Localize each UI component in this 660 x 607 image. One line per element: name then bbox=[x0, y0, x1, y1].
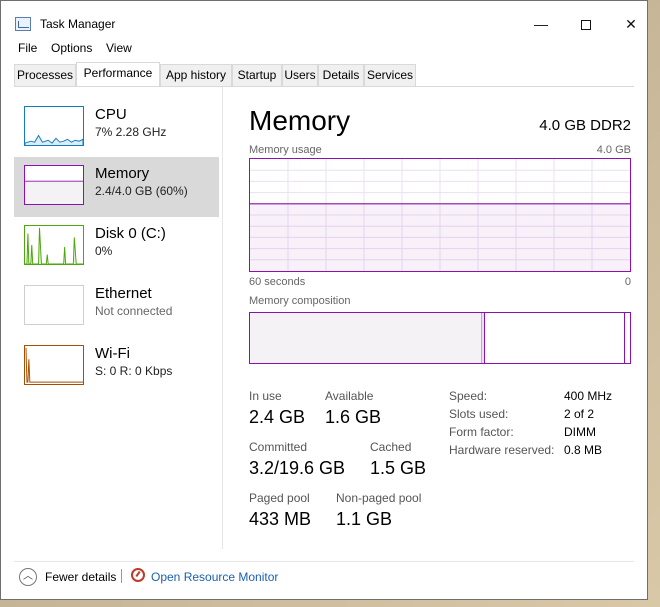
memory-spec: 4.0 GB DDR2 bbox=[539, 117, 631, 134]
task-manager-icon bbox=[15, 17, 31, 31]
time-axis-end: 0 bbox=[624, 276, 631, 288]
title-bar[interactable]: Task Manager — ✕ bbox=[1, 1, 647, 33]
time-axis-start: 60 seconds bbox=[249, 276, 306, 288]
composition-standby-edge bbox=[624, 313, 625, 363]
performance-sidebar: CPU 7% 2.28 GHz Memory 2.4/4.0 GB (60%) … bbox=[14, 98, 219, 548]
hardware-reserved-value: 0.8 MB bbox=[564, 443, 603, 457]
paged-pool-value: 433 MB bbox=[249, 509, 312, 529]
sidebar-item-memory[interactable]: Memory 2.4/4.0 GB (60%) bbox=[14, 157, 219, 217]
footer-bar: ︿ Fewer details Open Resource Monitor bbox=[1, 561, 649, 597]
menu-bar: File Options View bbox=[1, 41, 647, 59]
available-value: 1.6 GB bbox=[325, 407, 382, 427]
task-manager-window: Task Manager — ✕ File Options View Proce… bbox=[0, 0, 648, 600]
slots-used-value: 2 of 2 bbox=[564, 407, 595, 421]
memory-usage-chart bbox=[250, 159, 630, 271]
sidebar-item-cpu[interactable]: CPU 7% 2.28 GHz bbox=[14, 98, 219, 158]
sidebar-item-label: Wi-Fi bbox=[95, 345, 130, 362]
tab-processes[interactable]: Processes bbox=[14, 64, 76, 86]
memory-composition-bar bbox=[249, 312, 631, 364]
tab-app-history[interactable]: App history bbox=[160, 64, 232, 86]
hardware-reserved-label: Hardware reserved: bbox=[449, 443, 555, 457]
tab-startup[interactable]: Startup bbox=[232, 64, 282, 86]
in-use-label: In use bbox=[249, 389, 282, 403]
sidebar-item-label: Disk 0 (C:) bbox=[95, 225, 166, 242]
sidebar-item-ethernet[interactable]: Ethernet Not connected bbox=[14, 277, 219, 337]
committed-value: 3.2/19.6 GB bbox=[249, 458, 346, 478]
committed-label: Committed bbox=[249, 440, 308, 454]
slots-used-label: Slots used: bbox=[449, 407, 509, 421]
tab-services[interactable]: Services bbox=[364, 64, 416, 86]
page-title: Memory bbox=[249, 105, 351, 136]
menu-file[interactable]: File bbox=[18, 41, 37, 55]
paged-pool-label: Paged pool bbox=[249, 491, 310, 505]
tab-users[interactable]: Users bbox=[282, 64, 318, 86]
resource-monitor-icon[interactable] bbox=[131, 568, 145, 582]
cached-label: Cached bbox=[370, 440, 412, 454]
sidebar-item-detail: 2.4/4.0 GB (60%) bbox=[95, 184, 188, 198]
fewer-details-button[interactable]: Fewer details bbox=[45, 570, 116, 584]
sidebar-divider bbox=[222, 87, 223, 549]
memory-thumbnail-graph bbox=[24, 165, 84, 205]
form-factor-label: Form factor: bbox=[449, 425, 514, 439]
sidebar-item-detail: 0% bbox=[95, 244, 113, 258]
sidebar-item-detail: 7% 2.28 GHz bbox=[95, 125, 167, 139]
available-label: Available bbox=[325, 389, 374, 403]
sidebar-item-wifi[interactable]: Wi-Fi S: 0 R: 0 Kbps bbox=[14, 337, 219, 397]
memory-usage-graph bbox=[249, 158, 631, 272]
cpu-thumbnail-graph bbox=[24, 106, 84, 146]
menu-options[interactable]: Options bbox=[51, 41, 92, 55]
non-paged-pool-label: Non-paged pool bbox=[336, 491, 422, 505]
ethernet-thumbnail-graph bbox=[24, 285, 84, 325]
speed-value: 400 MHz bbox=[564, 389, 613, 403]
disk-thumbnail-graph bbox=[24, 225, 84, 265]
tab-performance[interactable]: Performance bbox=[76, 62, 160, 86]
maximize-icon bbox=[581, 20, 591, 31]
speed-label: Speed: bbox=[449, 389, 488, 403]
footer-separator bbox=[121, 569, 122, 583]
sidebar-item-detail: S: 0 R: 0 Kbps bbox=[95, 364, 173, 378]
sidebar-item-disk[interactable]: Disk 0 (C:) 0% bbox=[14, 217, 219, 277]
maximize-button[interactable] bbox=[571, 13, 601, 35]
composition-modified bbox=[482, 313, 485, 363]
memory-usage-max: 4.0 GB bbox=[596, 144, 631, 156]
window-title: Task Manager bbox=[40, 17, 116, 31]
wifi-thumbnail-graph bbox=[24, 345, 84, 385]
non-paged-pool-value: 1.1 GB bbox=[336, 509, 393, 529]
in-use-value: 2.4 GB bbox=[249, 407, 306, 427]
composition-in-use bbox=[250, 313, 482, 363]
sidebar-item-label: Memory bbox=[95, 165, 150, 182]
cached-value: 1.5 GB bbox=[370, 458, 427, 478]
tab-underline bbox=[14, 86, 634, 87]
memory-composition-label: Memory composition bbox=[249, 295, 351, 307]
memory-usage-area bbox=[250, 203, 630, 271]
chevron-up-icon[interactable]: ︿ bbox=[19, 568, 37, 586]
memory-usage-label: Memory usage bbox=[249, 144, 322, 156]
form-factor-value: DIMM bbox=[564, 425, 596, 439]
sidebar-item-label: Ethernet bbox=[95, 285, 152, 302]
sidebar-item-detail: Not connected bbox=[95, 304, 173, 318]
sidebar-item-label: CPU bbox=[95, 106, 127, 123]
close-button[interactable]: ✕ bbox=[616, 13, 646, 35]
memory-detail-panel: Memory 4.0 GB DDR2 Memory usage 4.0 GB 6… bbox=[249, 101, 631, 551]
open-resource-monitor-link[interactable]: Open Resource Monitor bbox=[151, 570, 278, 584]
menu-view[interactable]: View bbox=[106, 41, 132, 55]
footer-divider bbox=[14, 561, 634, 562]
minimize-button[interactable]: — bbox=[526, 13, 556, 35]
tab-details[interactable]: Details bbox=[318, 64, 364, 86]
